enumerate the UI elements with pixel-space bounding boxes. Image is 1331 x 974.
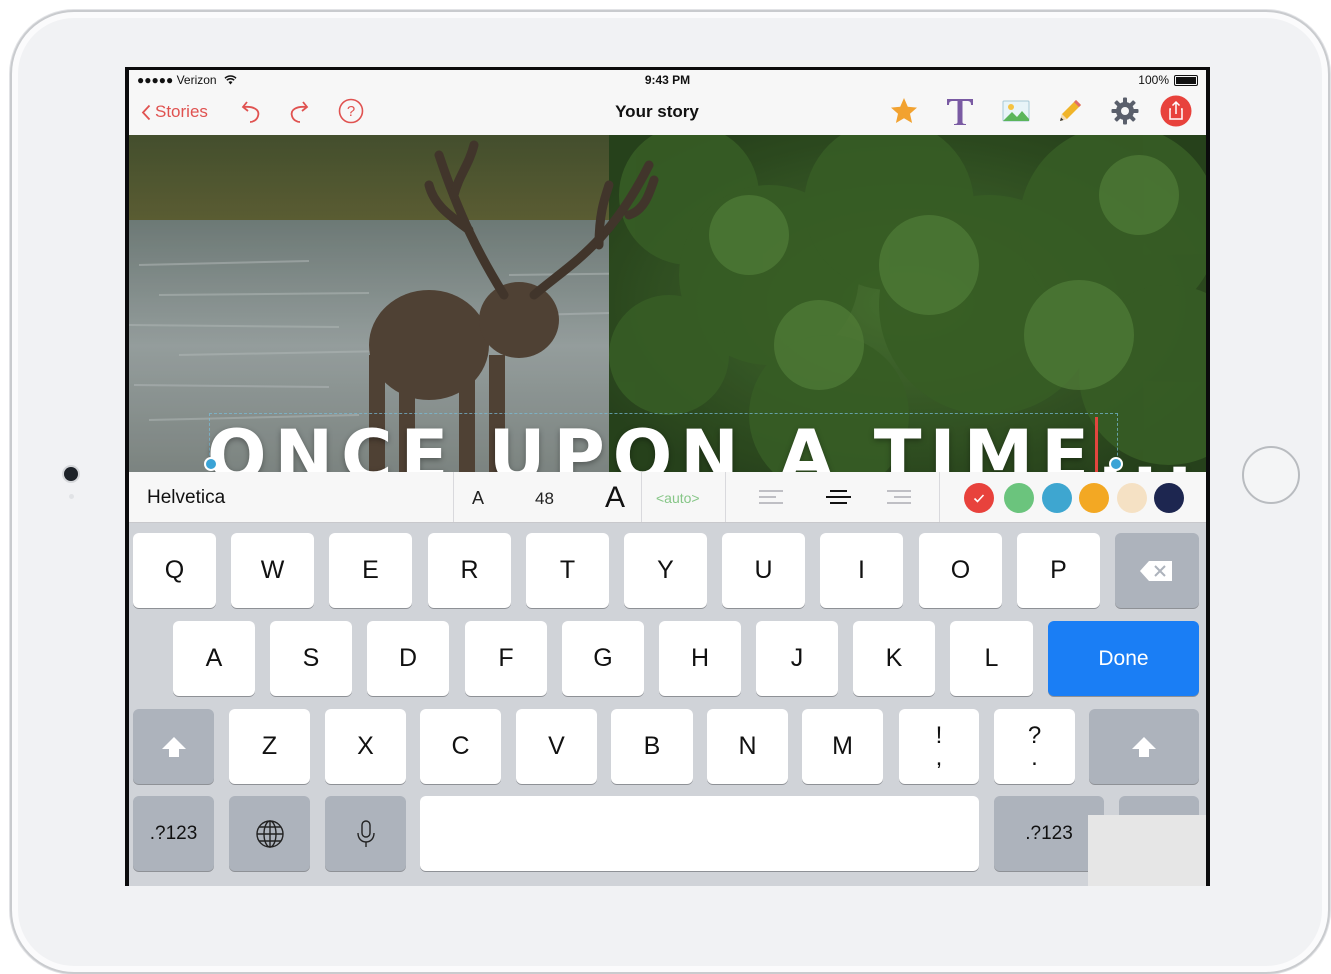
format-toolbar: Helvetica A 48 A <auto> xyxy=(129,472,1206,523)
star-icon[interactable] xyxy=(887,94,921,128)
shift-icon xyxy=(161,736,186,757)
color-swatch-navy[interactable] xyxy=(1154,483,1184,513)
key-m[interactable]: M xyxy=(802,709,883,784)
align-center-button[interactable] xyxy=(826,490,851,506)
done-key[interactable]: Done xyxy=(1048,621,1199,696)
key-y[interactable]: Y xyxy=(624,533,707,608)
key-t[interactable]: T xyxy=(526,533,609,608)
key-j[interactable]: J xyxy=(756,621,838,696)
key-o[interactable]: O xyxy=(919,533,1002,608)
globe-key[interactable] xyxy=(229,796,310,871)
line-height-button[interactable]: <auto> xyxy=(656,490,700,506)
align-left-button[interactable] xyxy=(759,490,783,506)
key-i[interactable]: I xyxy=(820,533,903,608)
pencil-icon[interactable] xyxy=(1053,94,1087,128)
key-e[interactable]: E xyxy=(329,533,412,608)
battery-icon xyxy=(1174,74,1198,86)
key-r[interactable]: R xyxy=(428,533,511,608)
shift-icon xyxy=(1132,736,1156,757)
divider xyxy=(725,472,726,522)
color-swatch-orange[interactable] xyxy=(1079,483,1109,513)
keyboard: Q W E R T Y U I O P A S D F G H J K L Do… xyxy=(129,523,1206,886)
key-question-period[interactable]: ? . xyxy=(994,709,1075,784)
shift-key-left[interactable] xyxy=(133,709,214,784)
font-picker[interactable]: Helvetica xyxy=(147,487,225,509)
text-caret xyxy=(1095,417,1098,472)
key-exclaim-comma[interactable]: ! , xyxy=(899,709,979,784)
screen: ●●●●● Verizon 9:43 PM 100% Stories ? You… xyxy=(125,67,1210,886)
divider xyxy=(641,472,642,522)
key-a[interactable]: A xyxy=(173,621,255,696)
key-v[interactable]: V xyxy=(516,709,597,784)
key-w[interactable]: W xyxy=(231,533,314,608)
decrease-size-button[interactable]: A xyxy=(472,488,484,509)
shift-key-right[interactable] xyxy=(1089,709,1199,784)
selection-handle-left[interactable] xyxy=(204,457,218,471)
color-swatch-red[interactable] xyxy=(964,483,994,513)
key-n[interactable]: N xyxy=(707,709,788,784)
backspace-icon xyxy=(1140,560,1172,581)
story-canvas[interactable]: ONCE UPON A TIME... xyxy=(129,135,1206,472)
status-bar: ●●●●● Verizon 9:43 PM 100% xyxy=(129,70,1206,90)
status-time: 9:43 PM xyxy=(644,73,691,87)
key-x[interactable]: X xyxy=(325,709,406,784)
key-b[interactable]: B xyxy=(611,709,693,784)
story-text[interactable]: ONCE UPON A TIME... xyxy=(207,421,1201,472)
increase-size-button[interactable]: A xyxy=(605,481,625,515)
font-size-value: 48 xyxy=(535,489,554,508)
key-d[interactable]: D xyxy=(367,621,449,696)
color-swatch-green[interactable] xyxy=(1004,483,1034,513)
delete-key[interactable] xyxy=(1115,533,1199,608)
navigation-bar: Stories ? Your story xyxy=(129,90,1206,135)
battery-status: 100% xyxy=(1138,73,1198,87)
text-icon[interactable] xyxy=(943,94,977,128)
image-corner-patch xyxy=(1088,815,1206,886)
key-l[interactable]: L xyxy=(950,621,1033,696)
divider xyxy=(453,472,454,522)
dictation-key[interactable] xyxy=(325,796,406,871)
globe-icon xyxy=(255,819,284,848)
microphone-icon xyxy=(356,819,375,847)
key-bottom-char: . xyxy=(1031,743,1038,771)
divider xyxy=(939,472,940,522)
image-icon[interactable] xyxy=(999,94,1033,128)
key-z[interactable]: Z xyxy=(229,709,310,784)
numbers-key-left[interactable]: .?123 xyxy=(133,796,214,871)
color-swatch-blue[interactable] xyxy=(1042,483,1072,513)
home-button[interactable] xyxy=(1242,446,1300,504)
sensor-dot xyxy=(69,494,74,499)
color-swatch-cream[interactable] xyxy=(1117,483,1147,513)
front-camera xyxy=(64,467,78,481)
key-k[interactable]: K xyxy=(853,621,935,696)
app-screen: ●●●●● Verizon 9:43 PM 100% Stories ? You… xyxy=(129,70,1206,886)
key-p[interactable]: P xyxy=(1017,533,1100,608)
key-q[interactable]: Q xyxy=(133,533,216,608)
key-bottom-char: , xyxy=(935,743,943,771)
space-bar[interactable] xyxy=(420,796,979,871)
checkmark-icon xyxy=(964,483,994,513)
key-s[interactable]: S xyxy=(270,621,352,696)
align-right-button[interactable] xyxy=(887,490,911,506)
key-h[interactable]: H xyxy=(659,621,741,696)
key-g[interactable]: G xyxy=(562,621,644,696)
key-f[interactable]: F xyxy=(465,621,547,696)
selection-handle-right[interactable] xyxy=(1109,457,1123,471)
share-icon[interactable] xyxy=(1159,94,1193,128)
battery-percent: 100% xyxy=(1138,73,1169,87)
gear-icon[interactable] xyxy=(1108,94,1142,128)
key-u[interactable]: U xyxy=(722,533,805,608)
key-c[interactable]: C xyxy=(420,709,501,784)
